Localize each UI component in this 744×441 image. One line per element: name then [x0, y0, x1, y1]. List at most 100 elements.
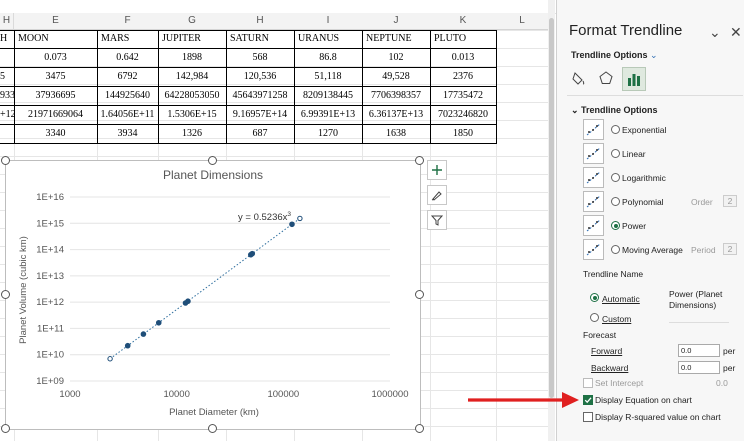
trendline-type-radio[interactable] [611, 245, 620, 254]
resize-handle[interactable] [208, 156, 217, 165]
table-cell[interactable]: 45643971258 [226, 90, 294, 103]
column-header[interactable]: I [294, 13, 363, 30]
chart-area[interactable]: Planet Dimensions Planet Diameter (km) P… [5, 160, 421, 430]
table-header-cell[interactable]: MARS [97, 33, 158, 46]
table-cell[interactable]: 102 [362, 52, 430, 65]
table-cell[interactable]: 7023246820 [430, 109, 496, 122]
table-cell[interactable]: 17735472 [430, 90, 496, 103]
section-header[interactable]: ⌄ Trendline Options [571, 105, 658, 116]
column-header[interactable]: L [496, 13, 549, 30]
table-cell[interactable]: 7706398357 [362, 90, 430, 103]
custom-name-input[interactable] [669, 312, 729, 323]
table-cell[interactable]: 51,118 [294, 71, 362, 84]
table-cell[interactable]: 37936695 [14, 90, 97, 103]
table-cell[interactable]: 64228053050 [158, 90, 226, 103]
table-cell[interactable]: 2376 [430, 71, 496, 84]
column-header[interactable]: G [158, 13, 227, 30]
backward-input[interactable]: 0.0 [678, 361, 720, 374]
trendline-type-icon[interactable] [583, 167, 604, 188]
table-cell[interactable]: 0.073 [14, 52, 97, 65]
options-dropdown[interactable]: Trendline Options ⌄ [571, 50, 658, 61]
table-cell[interactable]: 3475 [14, 71, 97, 84]
column-header[interactable]: F [97, 13, 159, 30]
resize-handle[interactable] [208, 424, 217, 433]
table-header-cell[interactable]: JUPITER [158, 33, 226, 46]
table-cell[interactable]: 1898 [158, 52, 226, 65]
fill-line-icon[interactable] [571, 70, 587, 86]
resize-handle[interactable] [415, 424, 424, 433]
table-cell[interactable]: 568 [226, 52, 294, 65]
close-icon[interactable]: ✕ [730, 24, 742, 41]
trendline-param-input[interactable]: 2 [723, 243, 737, 255]
table-header-cell[interactable]: MOON [14, 33, 97, 46]
table-cell[interactable]: 1638 [362, 128, 430, 141]
table-header-cell[interactable]: PLUTO [430, 33, 496, 46]
table-header-cell[interactable]: H [0, 33, 14, 46]
table-cell[interactable]: 142,984 [158, 71, 226, 84]
resize-handle[interactable] [415, 290, 424, 299]
table-cell[interactable]: 1.64056E+11 [97, 109, 158, 122]
table-header-cell[interactable]: URANUS [294, 33, 362, 46]
table-cell[interactable]: 3340 [14, 128, 97, 141]
trendline-type-radio[interactable] [611, 221, 620, 230]
table-cell[interactable]: 120,536 [226, 71, 294, 84]
table-cell[interactable]: 144925640 [97, 90, 158, 103]
table-cell[interactable]: 933 [0, 90, 14, 103]
trendline-type-icon[interactable] [583, 239, 604, 260]
chart-elements-button[interactable] [427, 160, 447, 180]
column-header[interactable]: E [14, 13, 98, 30]
resize-handle[interactable] [1, 290, 10, 299]
format-trendline-pane[interactable]: Format Trendline ⌄ ✕ Trendline Options ⌄… [556, 0, 744, 441]
table-cell[interactable]: 0.642 [97, 52, 158, 65]
vertical-scrollbar[interactable] [548, 0, 555, 441]
column-header[interactable]: J [362, 13, 431, 30]
column-header[interactable]: H [226, 13, 295, 30]
chart-styles-button[interactable] [427, 185, 447, 205]
table-cell[interactable] [0, 128, 14, 141]
table-cell[interactable]: 8209138445 [294, 90, 362, 103]
pentagon-effects-icon[interactable] [598, 70, 614, 86]
spreadsheet[interactable]: H E F G H I J K L H MOON MARS JUPITER SATURN… [0, 0, 556, 441]
table-cell[interactable]: 1850 [430, 128, 496, 141]
table-cell[interactable]: 49,528 [362, 71, 430, 84]
chevron-down-icon[interactable]: ⌄ [709, 24, 721, 41]
trendline-type-radio[interactable] [611, 173, 620, 182]
trendline-type-icon[interactable] [583, 191, 604, 212]
table-cell[interactable]: 86.8 [294, 52, 362, 65]
trendline-param-input[interactable]: 2 [723, 195, 737, 207]
table-cell[interactable]: 0.013 [430, 52, 496, 65]
scrollbar-thumb[interactable] [549, 18, 554, 398]
trendline-type-icon[interactable] [583, 119, 604, 140]
trendline-type-radio[interactable] [611, 125, 620, 134]
resize-handle[interactable] [415, 156, 424, 165]
column-header[interactable]: K [430, 13, 497, 30]
table-cell[interactable]: 6792 [97, 71, 158, 84]
table-cell[interactable]: 6.36137E+13 [362, 109, 430, 122]
table-cell[interactable]: 1.5306E+15 [158, 109, 226, 122]
custom-radio[interactable] [590, 313, 599, 322]
table-cell[interactable]: 3934 [97, 128, 158, 141]
trendline-type-radio[interactable] [611, 197, 620, 206]
trendline-type-radio[interactable] [611, 149, 620, 158]
trendline-type-icon[interactable] [583, 143, 604, 164]
automatic-radio[interactable] [590, 293, 599, 302]
table-header-cell[interactable]: NEPTUNE [362, 33, 430, 46]
column-header[interactable]: H [0, 13, 14, 30]
table-cell[interactable]: 21971669064 [14, 109, 97, 122]
table-cell[interactable]: 6.99391E+13 [294, 109, 362, 122]
table-cell[interactable] [0, 52, 14, 65]
resize-handle[interactable] [1, 156, 10, 165]
table-cell[interactable]: 1270 [294, 128, 362, 141]
table-cell[interactable]: 687 [226, 128, 294, 141]
table-cell[interactable]: +12 [0, 109, 14, 122]
table-header-cell[interactable]: SATURN [226, 33, 294, 46]
trendline-type-icon[interactable] [583, 215, 604, 236]
table-cell[interactable]: 9.16957E+14 [226, 109, 294, 122]
table-cell[interactable]: 1326 [158, 128, 226, 141]
trendline-equation[interactable]: y = 0.5236x3 [238, 211, 291, 223]
forward-input[interactable]: 0.0 [678, 344, 720, 357]
resize-handle[interactable] [1, 424, 10, 433]
table-cell[interactable]: 5 [0, 71, 14, 84]
chart-filters-button[interactable] [427, 210, 447, 230]
display-rsquared-checkbox[interactable] [583, 412, 593, 422]
